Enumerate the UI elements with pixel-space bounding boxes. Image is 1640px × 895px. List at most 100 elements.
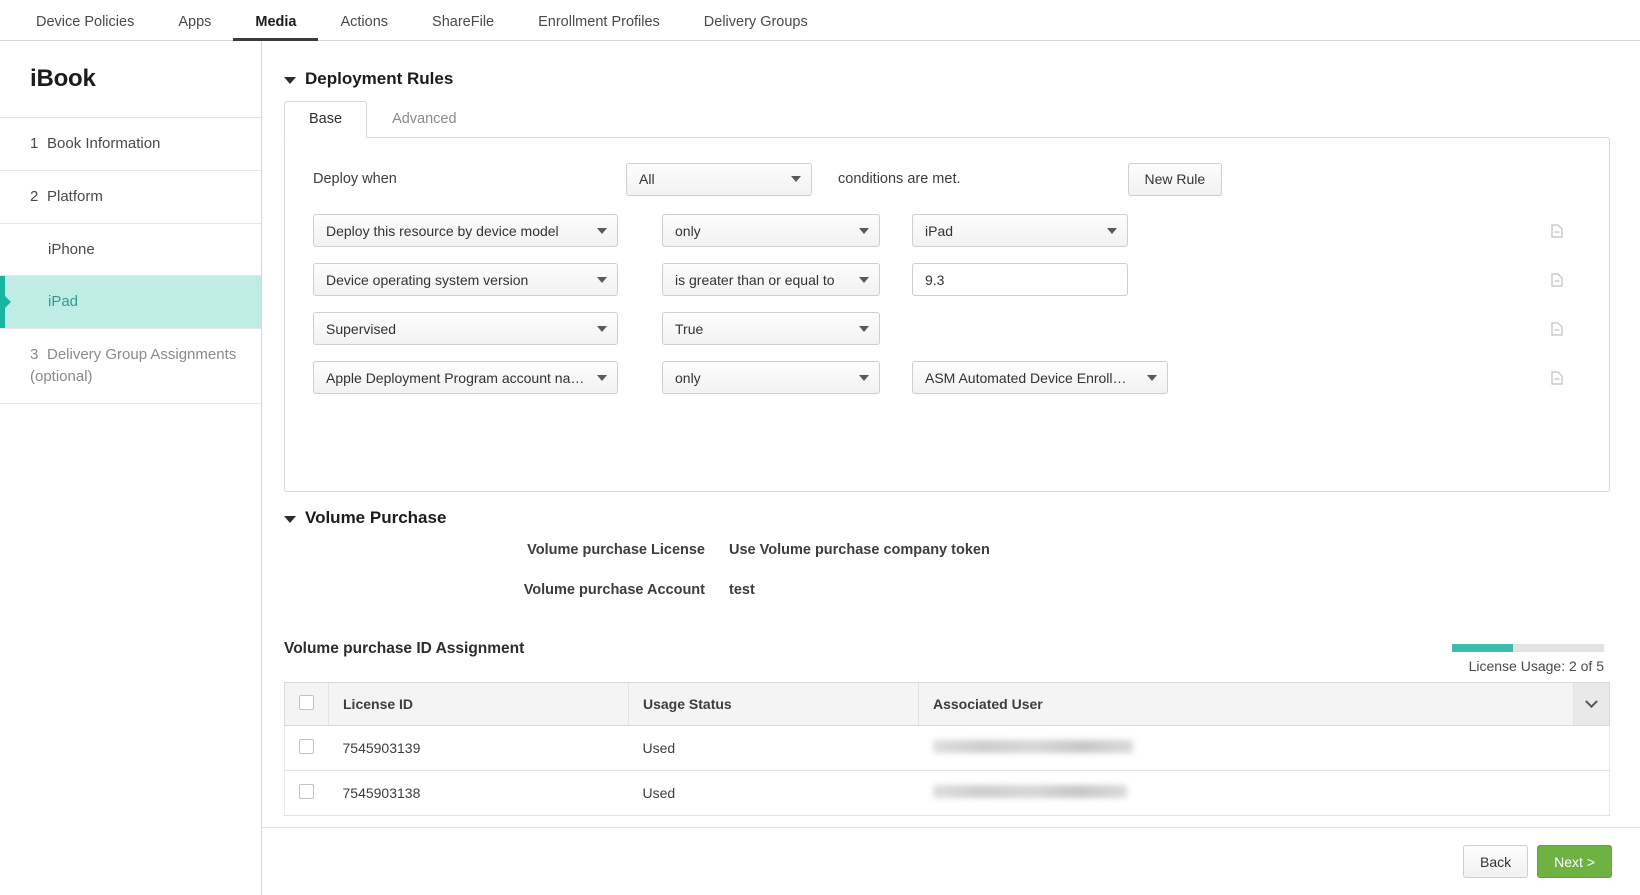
sidebar-item-book-information[interactable]: 1Book Information (0, 118, 261, 171)
topnav-item-device-policies[interactable]: Device Policies (14, 15, 156, 41)
chevron-down-icon (597, 277, 607, 283)
table-row[interactable]: 7545903138 Used (285, 771, 1610, 816)
rule-operator-value: True (675, 321, 849, 337)
cell-license-id: 7545903138 (329, 771, 629, 816)
collapse-triangle-icon[interactable] (284, 516, 296, 523)
deploy-when-value: All (639, 171, 781, 187)
cell-row-options (1574, 726, 1610, 771)
tab-advanced[interactable]: Advanced (367, 101, 482, 137)
rule-operator-select[interactable]: is greater than or equal to (662, 263, 880, 296)
volume-purchase-license-label: Volume purchase License (284, 542, 729, 558)
sidebar-item-ipad[interactable]: iPad (0, 276, 261, 329)
rule-attribute-value: Apple Deployment Program account name (326, 370, 587, 386)
sidebar-item-delivery-group-assignments[interactable]: 3Delivery Group Assignments (optional) (0, 329, 261, 404)
rule-value-select[interactable]: ASM Automated Device Enrollment (912, 361, 1168, 394)
chevron-down-icon (1107, 228, 1117, 234)
topnav-item-sharefile[interactable]: ShareFile (410, 15, 516, 41)
rule-attribute-value: Deploy this resource by device model (326, 223, 587, 239)
rule-operator-select[interactable]: only (662, 361, 880, 394)
topnav-item-enrollment-profiles[interactable]: Enrollment Profiles (516, 15, 682, 41)
deploy-when-select[interactable]: All (626, 163, 812, 196)
rule-attribute-select[interactable]: Deploy this resource by device model (313, 214, 618, 247)
volume-purchase-license-value: Use Volume purchase company token (729, 542, 990, 558)
tab-base[interactable]: Base (284, 101, 367, 138)
cell-associated-user (919, 771, 1574, 816)
wizard-sidebar: iBook 1Book Information 2Platform iPhone… (0, 41, 262, 895)
redacted-user-value (933, 785, 1127, 798)
rule-value-select[interactable]: iPad (912, 214, 1128, 247)
deployment-rules-panel: Deploy when All conditions are met. New … (284, 137, 1610, 492)
select-all-checkbox[interactable] (299, 695, 314, 710)
column-header-associated-user[interactable]: Associated User (919, 683, 1574, 726)
new-rule-button[interactable]: New Rule (1128, 163, 1223, 196)
rule-attribute-select[interactable]: Supervised (313, 312, 618, 345)
sidebar-item-label: Book Information (47, 135, 160, 152)
cell-usage-status: Used (629, 771, 919, 816)
rule-attribute-select[interactable]: Apple Deployment Program account name (313, 361, 618, 394)
cell-row-options (1574, 771, 1610, 816)
table-header-row: License ID Usage Status Associated User (285, 683, 1610, 726)
back-button[interactable]: Back (1463, 845, 1528, 878)
topnav-item-actions[interactable]: Actions (318, 15, 410, 41)
delete-rule-icon[interactable] (1549, 223, 1565, 239)
deployment-rules-header[interactable]: Deployment Rules (284, 69, 1610, 89)
volume-purchase-title: Volume Purchase (305, 508, 446, 528)
rule-operator-select[interactable]: only (662, 214, 880, 247)
topnav-item-media[interactable]: Media (233, 15, 318, 42)
delete-rule-icon[interactable] (1549, 370, 1565, 386)
deployment-rules-tabs: Base Advanced (284, 101, 1610, 137)
rule-operator-select[interactable]: True (662, 312, 880, 345)
license-usage: License Usage: 2 of 5 (1452, 644, 1604, 674)
sidebar-item-iphone[interactable]: iPhone (0, 224, 261, 277)
volume-purchase-header[interactable]: Volume Purchase (284, 508, 1610, 528)
sidebar-item-label: iPhone (48, 241, 95, 258)
chevron-down-icon (597, 228, 607, 234)
rule-attribute-select[interactable]: Device operating system version (313, 263, 618, 296)
column-header-license-id[interactable]: License ID (329, 683, 629, 726)
deploy-when-row: Deploy when All conditions are met. New … (301, 162, 1593, 196)
chevron-down-icon (859, 277, 869, 283)
cell-usage-status: Used (629, 726, 919, 771)
sidebar-item-platform[interactable]: 2Platform (0, 171, 261, 224)
row-select-cell (285, 771, 329, 816)
rule-value: iPad (925, 223, 1097, 239)
rule-value-input[interactable]: 9.3 (912, 263, 1128, 296)
rule-value: 9.3 (925, 272, 944, 288)
chevron-down-icon (1147, 375, 1157, 381)
table-options-toggle[interactable] (1574, 683, 1610, 726)
step-number: 3 (30, 344, 47, 366)
license-usage-fill (1452, 644, 1513, 652)
select-all-header (285, 683, 329, 726)
topnav-item-apps[interactable]: Apps (156, 15, 233, 41)
volume-purchase-account-label: Volume purchase Account (284, 582, 729, 598)
table-row[interactable]: 7545903139 Used (285, 726, 1610, 771)
conditions-are-met-text: conditions are met. (838, 171, 961, 187)
cell-associated-user (919, 726, 1574, 771)
deployment-rules-title: Deployment Rules (305, 69, 453, 89)
next-button[interactable]: Next > (1537, 845, 1612, 878)
license-table: License ID Usage Status Associated User … (284, 682, 1610, 816)
chevron-down-icon (597, 326, 607, 332)
rule-row: Device operating system version is great… (301, 263, 1593, 296)
chevron-down-icon (791, 176, 801, 182)
collapse-triangle-icon[interactable] (284, 77, 296, 84)
rule-row: Deploy this resource by device model onl… (301, 214, 1593, 247)
main-inner: Deployment Rules Base Advanced Deploy wh… (262, 41, 1640, 816)
page-title: iBook (0, 41, 261, 118)
rule-row: Apple Deployment Program account name on… (301, 361, 1593, 394)
delete-rule-icon[interactable] (1549, 272, 1565, 288)
row-checkbox[interactable] (299, 739, 314, 754)
volume-purchase-account-value: test (729, 582, 755, 598)
sidebar-item-label: Delivery Group Assignments (optional) (30, 346, 236, 385)
page-shell: iBook 1Book Information 2Platform iPhone… (0, 41, 1640, 895)
selected-indicator-icon (0, 276, 5, 328)
rule-operator-value: only (675, 223, 849, 239)
column-header-usage-status[interactable]: Usage Status (629, 683, 919, 726)
step-number: 1 (30, 133, 47, 155)
step-number: 2 (30, 186, 47, 208)
delete-rule-icon[interactable] (1549, 321, 1565, 337)
row-select-cell (285, 726, 329, 771)
topnav-item-delivery-groups[interactable]: Delivery Groups (682, 15, 830, 41)
chevron-down-icon (1585, 695, 1598, 708)
row-checkbox[interactable] (299, 784, 314, 799)
